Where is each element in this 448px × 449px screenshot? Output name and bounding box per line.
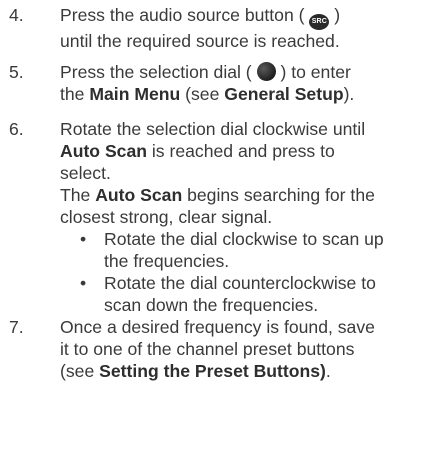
step-line: select. xyxy=(60,163,111,183)
auto-scan-term: Auto Scan xyxy=(95,185,183,205)
list-item: • Rotate the dial counterclockwise to sc… xyxy=(80,273,376,315)
step-6-bullets: • Rotate the dial clockwise to scan up t… xyxy=(80,228,444,316)
step-number: 7. xyxy=(9,317,24,337)
step-line: Press the audio source button ( SRC ) xyxy=(60,4,444,30)
list-item: • Rotate the dial clockwise to scan up t… xyxy=(80,229,384,271)
instruction-list: 4. Press the audio source button ( SRC )… xyxy=(0,0,448,449)
bullet-icon: • xyxy=(80,273,87,293)
step-text: Press the selection dial ( ) to enter th… xyxy=(60,61,444,105)
step-number: 5. xyxy=(9,62,24,82)
selection-dial-icon xyxy=(256,62,276,81)
step-line: Once a desired frequency is found, save xyxy=(60,317,375,337)
step-number: 4. xyxy=(9,5,24,25)
step-line: it to one of the channel preset buttons xyxy=(60,339,355,359)
bullet-icon: • xyxy=(80,229,87,249)
step-line: Rotate the selection dial clockwise unti… xyxy=(60,119,366,139)
step-line: the Main Menu (see General Setup). xyxy=(60,84,355,104)
step-text: Rotate the selection dial clockwise unti… xyxy=(60,118,444,228)
step-number: 6. xyxy=(9,119,24,139)
step-text: Once a desired frequency is found, save … xyxy=(60,316,444,382)
step-line: The Auto Scan begins searching for the xyxy=(60,185,375,205)
main-menu-term: Main Menu xyxy=(89,84,181,104)
setting-preset-buttons-term: Setting the Preset Buttons) xyxy=(99,361,326,381)
step-line: Press the selection dial ( ) to enter xyxy=(60,62,351,82)
step-line: closest strong, clear signal. xyxy=(60,207,273,227)
step-line: (see Setting the Preset Buttons). xyxy=(60,361,331,381)
step-text: Press the audio source button ( SRC ) un… xyxy=(60,4,444,52)
general-setup-term: General Setup xyxy=(224,84,344,104)
step-line: until the required source is reached. xyxy=(60,31,340,51)
auto-scan-term: Auto Scan xyxy=(60,141,147,161)
step-line: Auto Scan is reached and press to xyxy=(60,141,335,161)
src-button-icon: SRC xyxy=(309,14,330,30)
